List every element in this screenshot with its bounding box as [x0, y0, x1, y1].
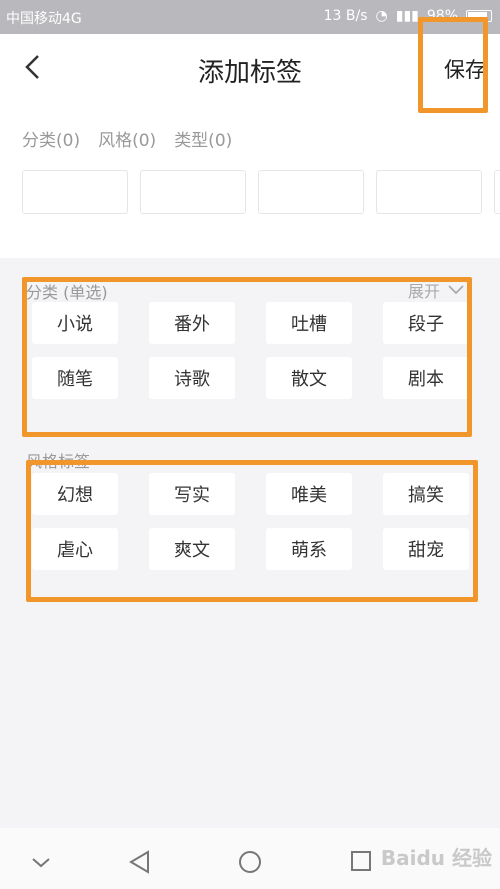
nav-back-icon[interactable] [128, 850, 150, 874]
nav-hide-icon[interactable] [32, 858, 50, 868]
network-speed: 13 B/s [323, 8, 368, 24]
baidu-watermark: Baidu 经验 [380, 846, 492, 870]
signal-icon: ▮▮▮ [395, 8, 419, 24]
category-count[interactable]: 分类(0) [22, 126, 80, 151]
nav-home-icon[interactable] [238, 850, 262, 874]
wifi-icon: ◔ [375, 8, 388, 24]
tag-slot[interactable] [494, 170, 500, 214]
tag-slot[interactable] [376, 170, 482, 214]
tag-slot[interactable] [258, 170, 364, 214]
category-highlight-box [22, 277, 472, 437]
tag-slot[interactable] [140, 170, 246, 214]
nav-recents-icon[interactable] [350, 850, 372, 872]
style-count[interactable]: 风格(0) [98, 126, 156, 151]
carrier-label: 中国移动4G [6, 11, 82, 27]
tag-slot[interactable] [22, 170, 128, 214]
save-highlight-box [418, 17, 488, 113]
style-highlight-box [26, 460, 478, 602]
selected-tag-slots [22, 170, 500, 214]
selected-counts: 分类(0) 风格(0) 类型(0) [22, 126, 232, 151]
type-count[interactable]: 类型(0) [174, 126, 232, 151]
